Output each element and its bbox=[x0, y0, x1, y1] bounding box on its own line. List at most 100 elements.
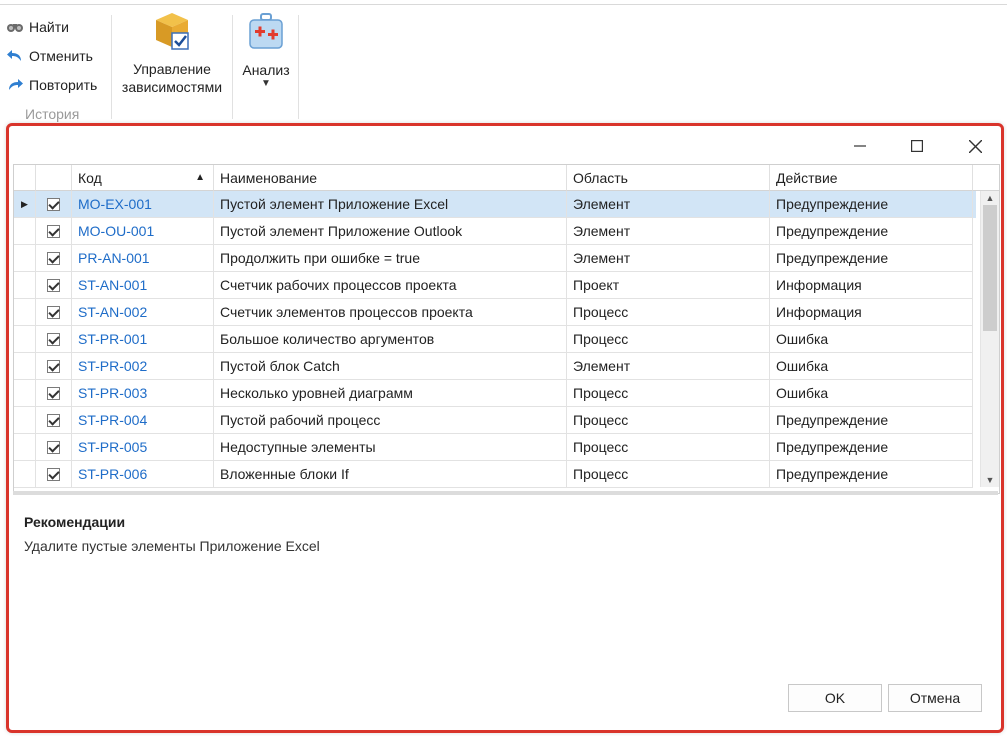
scope-column-header[interactable]: Область bbox=[567, 165, 770, 191]
row-enabled-checkbox[interactable] bbox=[47, 224, 60, 238]
table-row[interactable]: ST-AN-001 Счетчик рабочих процессов проек… bbox=[14, 272, 976, 299]
sort-ascending-icon: ▲ bbox=[195, 172, 205, 183]
row-indicator bbox=[14, 461, 36, 488]
table-row[interactable]: ST-PR-005 Недоступные элементы Процесс Пред… bbox=[14, 434, 976, 461]
table-row[interactable]: ST-PR-001 Большое количество аргументов Пр… bbox=[14, 326, 976, 353]
scrollbar-thumb[interactable] bbox=[983, 205, 997, 331]
checkbox-column-header[interactable] bbox=[36, 165, 72, 191]
ribbon: Найти Отменить Повторить История Управле… bbox=[0, 5, 1007, 122]
action-column-header[interactable]: Действие bbox=[770, 165, 973, 191]
cell-action: Ошибка bbox=[770, 380, 973, 407]
undo-button[interactable]: Отменить bbox=[6, 45, 93, 67]
manage-dependencies-label-1: Управление bbox=[133, 61, 211, 77]
row-indicator-header bbox=[14, 165, 36, 191]
cell-action: Предупреждение bbox=[770, 461, 973, 488]
rules-dialog: Код ▲ Наименование Область Действие ▶ MO-… bbox=[6, 123, 1004, 733]
row-enabled-checkbox-cell bbox=[36, 380, 72, 407]
cell-code: ST-PR-002 bbox=[72, 353, 214, 380]
cell-name: Недоступные элементы bbox=[214, 434, 567, 461]
cell-action: Предупреждение bbox=[770, 245, 973, 272]
vertical-scrollbar[interactable]: ▲ ▼ bbox=[980, 191, 999, 487]
ribbon-separator bbox=[298, 15, 299, 119]
scroll-down-icon[interactable]: ▼ bbox=[981, 473, 999, 487]
close-icon bbox=[968, 139, 982, 153]
row-indicator: ▶ bbox=[14, 191, 36, 218]
row-indicator bbox=[14, 407, 36, 434]
table-row[interactable]: ST-PR-003 Несколько уровней диаграмм Проце… bbox=[14, 380, 976, 407]
cell-scope: Элемент bbox=[567, 353, 770, 380]
ok-button[interactable]: OK bbox=[788, 684, 882, 712]
row-enabled-checkbox[interactable] bbox=[47, 467, 60, 481]
cell-scope: Элемент bbox=[567, 245, 770, 272]
cell-scope: Процесс bbox=[567, 299, 770, 326]
ribbon-separator bbox=[232, 15, 233, 119]
undo-icon bbox=[7, 50, 21, 61]
row-enabled-checkbox[interactable] bbox=[47, 440, 60, 454]
undo-label: Отменить bbox=[29, 48, 93, 64]
row-enabled-checkbox[interactable] bbox=[47, 332, 60, 346]
cell-name: Счетчик элементов процессов проекта bbox=[214, 299, 567, 326]
row-enabled-checkbox[interactable] bbox=[47, 305, 60, 319]
action-header-label: Действие bbox=[776, 169, 838, 186]
cell-name: Вложенные блоки If bbox=[214, 461, 567, 488]
row-indicator bbox=[14, 272, 36, 299]
table-row[interactable]: ▶ MO-EX-001 Пустой элемент Приложение Exce… bbox=[14, 191, 976, 218]
cell-code: PR-AN-001 bbox=[72, 245, 214, 272]
binoculars-icon bbox=[7, 24, 23, 32]
cancel-button[interactable]: Отмена bbox=[888, 684, 982, 712]
cell-action: Предупреждение bbox=[770, 407, 973, 434]
row-enabled-checkbox[interactable] bbox=[47, 197, 60, 211]
cell-name: Счетчик рабочих процессов проекта bbox=[214, 272, 567, 299]
row-enabled-checkbox-cell bbox=[36, 299, 72, 326]
analyze-button[interactable]: Анализ ▼ bbox=[236, 11, 296, 89]
scroll-up-icon[interactable]: ▲ bbox=[981, 191, 999, 205]
cell-action: Ошибка bbox=[770, 326, 973, 353]
cell-code: MO-EX-001 bbox=[72, 191, 214, 218]
row-enabled-checkbox[interactable] bbox=[47, 386, 60, 400]
find-button[interactable]: Найти bbox=[6, 16, 69, 38]
history-group: Найти Отменить Повторить История bbox=[0, 10, 110, 122]
row-enabled-checkbox-cell bbox=[36, 461, 72, 488]
row-indicator bbox=[14, 218, 36, 245]
maximize-button[interactable] bbox=[897, 134, 937, 158]
cell-code: MO-OU-001 bbox=[72, 218, 214, 245]
chevron-down-icon[interactable]: ▼ bbox=[236, 79, 296, 89]
row-enabled-checkbox-cell bbox=[36, 218, 72, 245]
minimize-button[interactable] bbox=[840, 134, 880, 158]
redo-icon bbox=[9, 79, 23, 90]
cell-name: Пустой рабочий процесс bbox=[214, 407, 567, 434]
cell-action: Информация bbox=[770, 299, 973, 326]
cell-name: Пустой элемент Приложение Excel bbox=[214, 191, 567, 218]
cell-scope: Процесс bbox=[567, 407, 770, 434]
name-column-header[interactable]: Наименование bbox=[214, 165, 567, 191]
row-enabled-checkbox[interactable] bbox=[47, 359, 60, 373]
row-enabled-checkbox-cell bbox=[36, 245, 72, 272]
close-button[interactable] bbox=[955, 134, 995, 158]
table-row[interactable]: ST-PR-002 Пустой блок Catch Элемент Ошибка bbox=[14, 353, 976, 380]
table-row[interactable]: MO-OU-001 Пустой элемент Приложение Outlo… bbox=[14, 218, 976, 245]
table-row[interactable]: ST-PR-006 Вложенные блоки If Процесс Предуп… bbox=[14, 461, 976, 488]
code-column-header[interactable]: Код ▲ bbox=[72, 165, 214, 191]
cell-action: Предупреждение bbox=[770, 191, 973, 218]
cell-name: Продолжить при ошибке = true bbox=[214, 245, 567, 272]
grid-splitter[interactable] bbox=[13, 491, 998, 495]
cell-scope: Процесс bbox=[567, 326, 770, 353]
row-enabled-checkbox[interactable] bbox=[47, 251, 60, 265]
row-enabled-checkbox[interactable] bbox=[47, 278, 60, 292]
table-row[interactable]: PR-AN-001 Продолжить при ошибке = true Эле… bbox=[14, 245, 976, 272]
maximize-icon bbox=[911, 140, 923, 152]
redo-button[interactable]: Повторить bbox=[6, 74, 97, 96]
row-enabled-checkbox-cell bbox=[36, 407, 72, 434]
manage-dependencies-label-2: зависимостями bbox=[121, 79, 223, 95]
row-indicator bbox=[14, 245, 36, 272]
table-row[interactable]: ST-AN-002 Счетчик элементов процессов про… bbox=[14, 299, 976, 326]
name-header-label: Наименование bbox=[220, 169, 318, 186]
row-indicator bbox=[14, 380, 36, 407]
cell-scope: Элемент bbox=[567, 191, 770, 218]
row-enabled-checkbox[interactable] bbox=[47, 413, 60, 427]
manage-dependencies-button[interactable]: Управление зависимостями bbox=[116, 11, 228, 96]
cell-scope: Процесс bbox=[567, 461, 770, 488]
package-check-icon bbox=[156, 13, 189, 50]
table-row[interactable]: ST-PR-004 Пустой рабочий процесс Процесс Пр… bbox=[14, 407, 976, 434]
row-enabled-checkbox-cell bbox=[36, 272, 72, 299]
